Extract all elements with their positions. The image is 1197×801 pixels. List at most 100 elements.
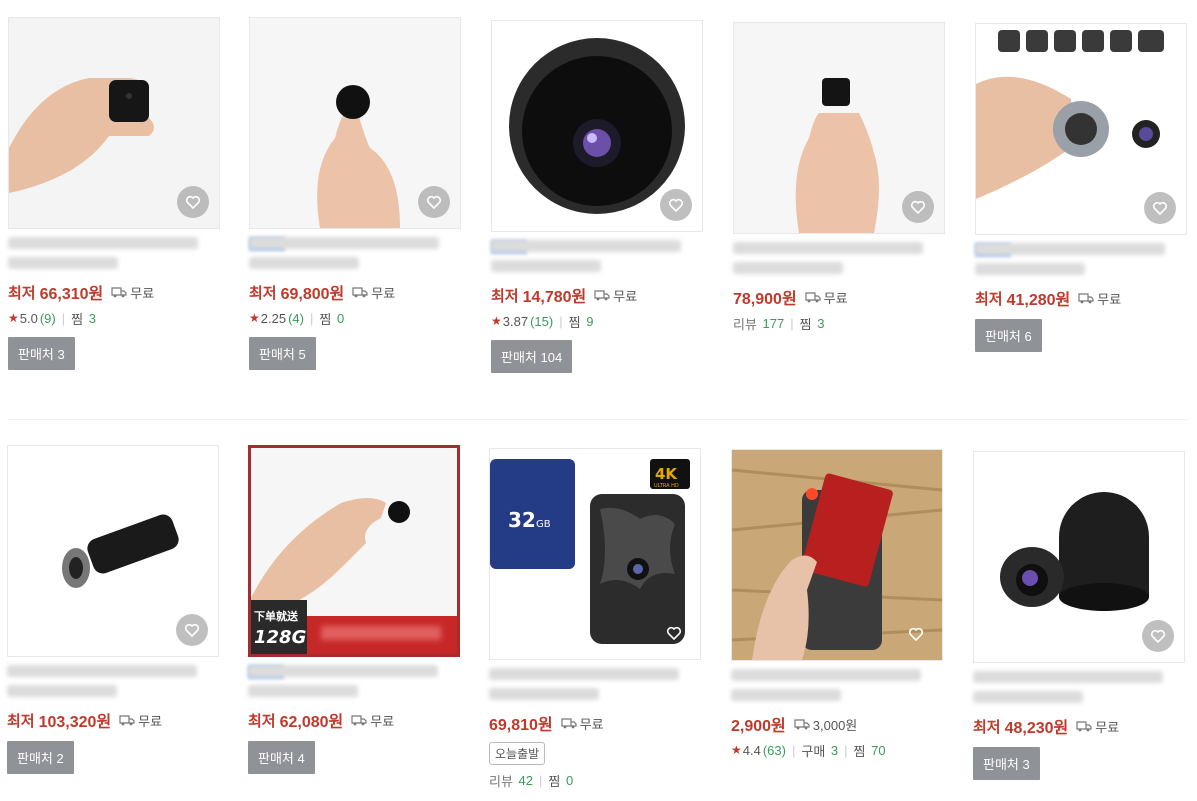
seller-count-button[interactable]: 판매처 3 xyxy=(8,337,75,370)
image-text: GB xyxy=(536,519,551,530)
wishlist-button[interactable] xyxy=(658,617,690,649)
review-count[interactable]: (9) xyxy=(40,311,56,326)
shipping-fee: 무료 xyxy=(613,288,638,304)
product-title[interactable] xyxy=(248,665,460,701)
product-title[interactable] xyxy=(973,671,1185,707)
star-icon: ★ xyxy=(491,314,502,328)
rating: 2.25 xyxy=(260,310,287,326)
product-title[interactable] xyxy=(8,237,220,273)
product-card[interactable]: 최저 66,310원 무료 ★ 5.0 (9) | 찜 3 판매처 3 xyxy=(8,17,220,370)
price-label: 최저 xyxy=(491,287,519,305)
product-image[interactable] xyxy=(491,20,703,232)
heart-icon xyxy=(426,195,442,210)
product-title[interactable] xyxy=(7,665,219,701)
shipping-fee: 무료 xyxy=(579,716,604,732)
product-card[interactable]: 최저 69,800원 무료 ★ 2.25 (4) | 찜 0 판매처 5 xyxy=(249,17,461,370)
product-title[interactable] xyxy=(975,243,1187,279)
review-count[interactable]: (63) xyxy=(763,743,786,758)
seller-count-button[interactable]: 판매처 4 xyxy=(248,741,315,774)
heart-icon xyxy=(910,200,926,215)
product-image[interactable] xyxy=(731,449,943,661)
shipping-fee: 무료 xyxy=(1095,719,1120,735)
image-text: 32 xyxy=(508,508,536,532)
product-title[interactable] xyxy=(491,240,703,276)
wishlist-button[interactable] xyxy=(900,618,932,650)
product-card[interactable]: 최저 103,320원 무료 판매처 2 xyxy=(7,445,219,774)
price: 62,080원 xyxy=(279,714,344,731)
product-image[interactable] xyxy=(7,445,219,657)
seller-count-button[interactable]: 판매처 104 xyxy=(491,340,573,373)
review-label: 리뷰 xyxy=(733,316,757,332)
star-icon: ★ xyxy=(8,311,19,325)
wishlist-button[interactable] xyxy=(418,186,450,218)
price-label: 최저 xyxy=(975,290,1003,308)
price: 48,230원 xyxy=(1004,720,1069,737)
product-image[interactable]: 32 GB 4K ULTRA HD xyxy=(489,448,701,660)
product-card[interactable]: 최저 14,780원 무료 ★ 3.87 (15) | 찜 9 판매처 104 xyxy=(491,20,703,373)
price: 78,900원 xyxy=(733,291,797,308)
seller-count-button[interactable]: 판매처 6 xyxy=(975,319,1042,352)
seller-count-button[interactable]: 판매처 5 xyxy=(249,337,316,370)
wishlist-button[interactable] xyxy=(902,191,934,223)
row-divider xyxy=(8,419,1189,420)
image-text: 4K xyxy=(655,465,678,483)
heart-icon xyxy=(666,626,682,641)
hand-camera-image: 下单就送 128G xyxy=(251,448,457,654)
shipping-fee: 무료 xyxy=(1097,291,1122,307)
review-count[interactable]: (4) xyxy=(288,311,304,326)
product-card[interactable]: 2,900원 3,000원 ★ 4.4 (63) | 구매 3 | 찜 70 xyxy=(731,449,943,759)
likes-count: 3 xyxy=(88,310,96,326)
seller-count-button[interactable]: 판매처 3 xyxy=(973,747,1040,780)
heart-icon xyxy=(668,198,684,213)
shipping-fee: 무료 xyxy=(370,713,395,729)
product-card[interactable]: 下单就送 128G 최저 62,080원 무료 판매처 4 xyxy=(248,445,460,774)
price-label: 최저 xyxy=(7,712,35,730)
product-image[interactable] xyxy=(249,17,461,229)
product-title[interactable] xyxy=(249,237,461,273)
product-title[interactable] xyxy=(733,242,945,278)
heart-icon xyxy=(185,195,201,210)
wishlist-button[interactable] xyxy=(176,614,208,646)
review-count[interactable]: 177 xyxy=(763,316,785,331)
product-card[interactable]: 32 GB 4K ULTRA HD 69,810원 무료 오늘출발 리뷰 42 … xyxy=(489,448,701,789)
likes-count: 0 xyxy=(336,310,345,326)
likes-count: 9 xyxy=(586,313,594,329)
image-text: 128G xyxy=(254,627,306,648)
shipping-fee: 무료 xyxy=(138,713,163,729)
seller-count-button[interactable]: 판매처 2 xyxy=(7,741,74,774)
wishlist-button[interactable] xyxy=(177,186,209,218)
wishlist-button[interactable] xyxy=(1142,620,1174,652)
purchase-count: 3 xyxy=(830,742,839,758)
wishlist-button[interactable] xyxy=(660,189,692,221)
product-card[interactable]: 최저 48,230원 무료 판매처 3 xyxy=(973,451,1185,780)
wishlist-button[interactable] xyxy=(1144,192,1176,224)
review-count[interactable]: 42 xyxy=(519,773,533,788)
likes-count: 0 xyxy=(566,772,574,788)
product-image[interactable] xyxy=(8,17,220,229)
heart-icon xyxy=(184,623,200,638)
product-image[interactable]: 下单就送 128G xyxy=(248,445,460,657)
product-image[interactable] xyxy=(733,22,945,234)
likes-count: 70 xyxy=(871,742,886,758)
heart-icon xyxy=(908,627,924,642)
product-card[interactable]: 78,900원 무료 리뷰 177 | 찜 3 xyxy=(733,22,945,332)
shipping-fee: 무료 xyxy=(823,290,848,306)
product-title[interactable] xyxy=(731,669,943,705)
likes-label: 찜 xyxy=(71,311,84,327)
product-title[interactable] xyxy=(489,668,701,704)
rating: 5.0 xyxy=(19,310,38,326)
truck-icon xyxy=(1078,293,1094,304)
shipping-fee: 무료 xyxy=(130,285,155,301)
heart-icon xyxy=(1152,201,1168,216)
product-card[interactable]: 최저 41,280원 무료 판매처 6 xyxy=(975,23,1187,352)
review-count[interactable]: (15) xyxy=(530,314,553,329)
product-image[interactable] xyxy=(973,451,1185,663)
purchase-label: 구매 xyxy=(801,743,826,759)
price: 103,320원 xyxy=(38,714,112,731)
price-label: 최저 xyxy=(973,718,1001,736)
rating: 4.4 xyxy=(742,742,761,758)
product-image[interactable] xyxy=(975,23,1187,235)
truck-icon xyxy=(794,719,810,730)
truck-icon xyxy=(1076,721,1092,732)
price-label: 최저 xyxy=(249,284,277,302)
